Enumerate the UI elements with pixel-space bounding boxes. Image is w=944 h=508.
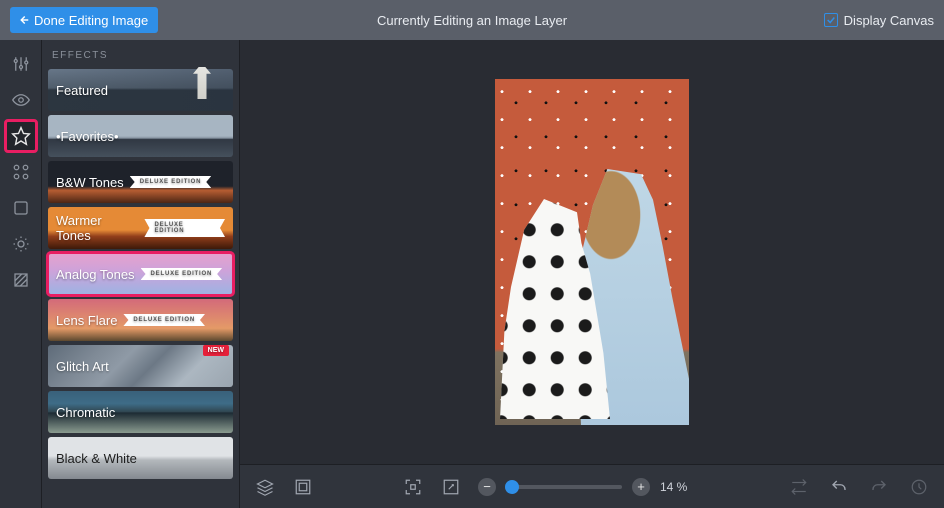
effects-category-label: Analog Tones bbox=[56, 267, 135, 282]
rail-visibility[interactable] bbox=[5, 84, 37, 116]
effects-category-label: •Favorites• bbox=[56, 129, 119, 144]
layers-button[interactable] bbox=[254, 476, 276, 498]
display-canvas-label: Display Canvas bbox=[844, 13, 934, 28]
effects-category-label: Warmer Tones bbox=[56, 213, 138, 243]
effects-category-analog-tones[interactable]: Analog Tones DELUXE EDITION bbox=[48, 253, 233, 295]
effects-panel: EFFECTS Featured •Favorites• B&W Tones DELU… bbox=[42, 40, 240, 508]
history-icon bbox=[910, 478, 928, 496]
rail-shapes[interactable] bbox=[5, 228, 37, 260]
sparkle-icon bbox=[12, 163, 30, 181]
compare-icon bbox=[790, 478, 808, 496]
effects-category-label: B&W Tones bbox=[56, 175, 124, 190]
effects-category-label: Lens Flare bbox=[56, 313, 117, 328]
grid-icon bbox=[294, 478, 312, 496]
checkbox-checked-icon bbox=[824, 13, 838, 27]
zoom-percent-label: 14 % bbox=[660, 480, 700, 494]
zoom-out-button[interactable]: − bbox=[478, 478, 496, 496]
compare-button[interactable] bbox=[788, 476, 810, 498]
effects-category-black-white[interactable]: Black & White bbox=[48, 437, 233, 479]
done-editing-button[interactable]: Done Editing Image bbox=[10, 7, 158, 33]
effects-category-label: Featured bbox=[56, 83, 108, 98]
star-icon bbox=[11, 126, 31, 146]
undo-icon bbox=[830, 478, 848, 496]
rail-effects[interactable] bbox=[5, 120, 37, 152]
fit-icon bbox=[404, 478, 422, 496]
workspace: EFFECTS Featured •Favorites• B&W Tones DELU… bbox=[0, 40, 944, 508]
grid-button[interactable] bbox=[292, 476, 314, 498]
effects-category-label: Glitch Art bbox=[56, 359, 109, 374]
effects-category-lens-flare[interactable]: Lens Flare DELUXE EDITION bbox=[48, 299, 233, 341]
rail-frames[interactable] bbox=[5, 156, 37, 188]
effects-category-label: Chromatic bbox=[56, 405, 115, 420]
expand-icon bbox=[442, 478, 460, 496]
effects-category-chromatic[interactable]: Chromatic bbox=[48, 391, 233, 433]
display-canvas-toggle[interactable]: Display Canvas bbox=[824, 13, 934, 28]
effects-category-warmer-tones[interactable]: Warmer Tones DELUXE EDITION bbox=[48, 207, 233, 249]
deluxe-badge: DELUXE EDITION bbox=[123, 314, 205, 326]
rail-adjustments[interactable] bbox=[5, 48, 37, 80]
history-button[interactable] bbox=[908, 476, 930, 498]
arrow-left-icon bbox=[16, 13, 30, 27]
effects-category-featured[interactable]: Featured bbox=[48, 69, 233, 111]
sliders-icon bbox=[12, 55, 30, 73]
redo-button[interactable] bbox=[868, 476, 890, 498]
fit-button[interactable] bbox=[402, 476, 424, 498]
hex-icon bbox=[12, 235, 30, 253]
zoom-in-button[interactable]: + bbox=[632, 478, 650, 496]
square-icon bbox=[12, 199, 30, 217]
eye-icon bbox=[12, 91, 30, 109]
expand-button[interactable] bbox=[440, 476, 462, 498]
effects-category-bw-tones[interactable]: B&W Tones DELUXE EDITION bbox=[48, 161, 233, 203]
canvas-image[interactable] bbox=[495, 79, 689, 425]
zoom-controls: − + 14 % bbox=[478, 478, 700, 496]
rail-textures[interactable] bbox=[5, 264, 37, 296]
redo-icon bbox=[870, 478, 888, 496]
effects-category-label: Black & White bbox=[56, 451, 137, 466]
undo-button[interactable] bbox=[828, 476, 850, 498]
layers-icon bbox=[256, 478, 274, 496]
new-badge: NEW bbox=[203, 345, 229, 356]
tool-rail bbox=[0, 40, 42, 508]
effects-panel-header: EFFECTS bbox=[42, 40, 239, 67]
effects-category-favorites[interactable]: •Favorites• bbox=[48, 115, 233, 157]
hatch-icon bbox=[12, 271, 30, 289]
canvas-area: − + 14 % bbox=[240, 40, 944, 508]
zoom-slider[interactable] bbox=[506, 485, 622, 489]
done-editing-label: Done Editing Image bbox=[34, 13, 148, 28]
topbar-title: Currently Editing an Image Layer bbox=[377, 13, 567, 28]
deluxe-badge: DELUXE EDITION bbox=[141, 268, 223, 280]
bottom-toolbar: − + 14 % bbox=[240, 464, 944, 508]
deluxe-badge: DELUXE EDITION bbox=[130, 176, 212, 188]
effects-category-glitch-art[interactable]: Glitch Art NEW bbox=[48, 345, 233, 387]
effects-category-list[interactable]: Featured •Favorites• B&W Tones DELUXE EDITI… bbox=[42, 67, 239, 508]
canvas-viewport[interactable] bbox=[240, 40, 944, 464]
deluxe-badge: DELUXE EDITION bbox=[144, 219, 225, 237]
zoom-slider-thumb[interactable] bbox=[505, 480, 519, 494]
rail-crop[interactable] bbox=[5, 192, 37, 224]
topbar: Done Editing Image Currently Editing an … bbox=[0, 0, 944, 40]
